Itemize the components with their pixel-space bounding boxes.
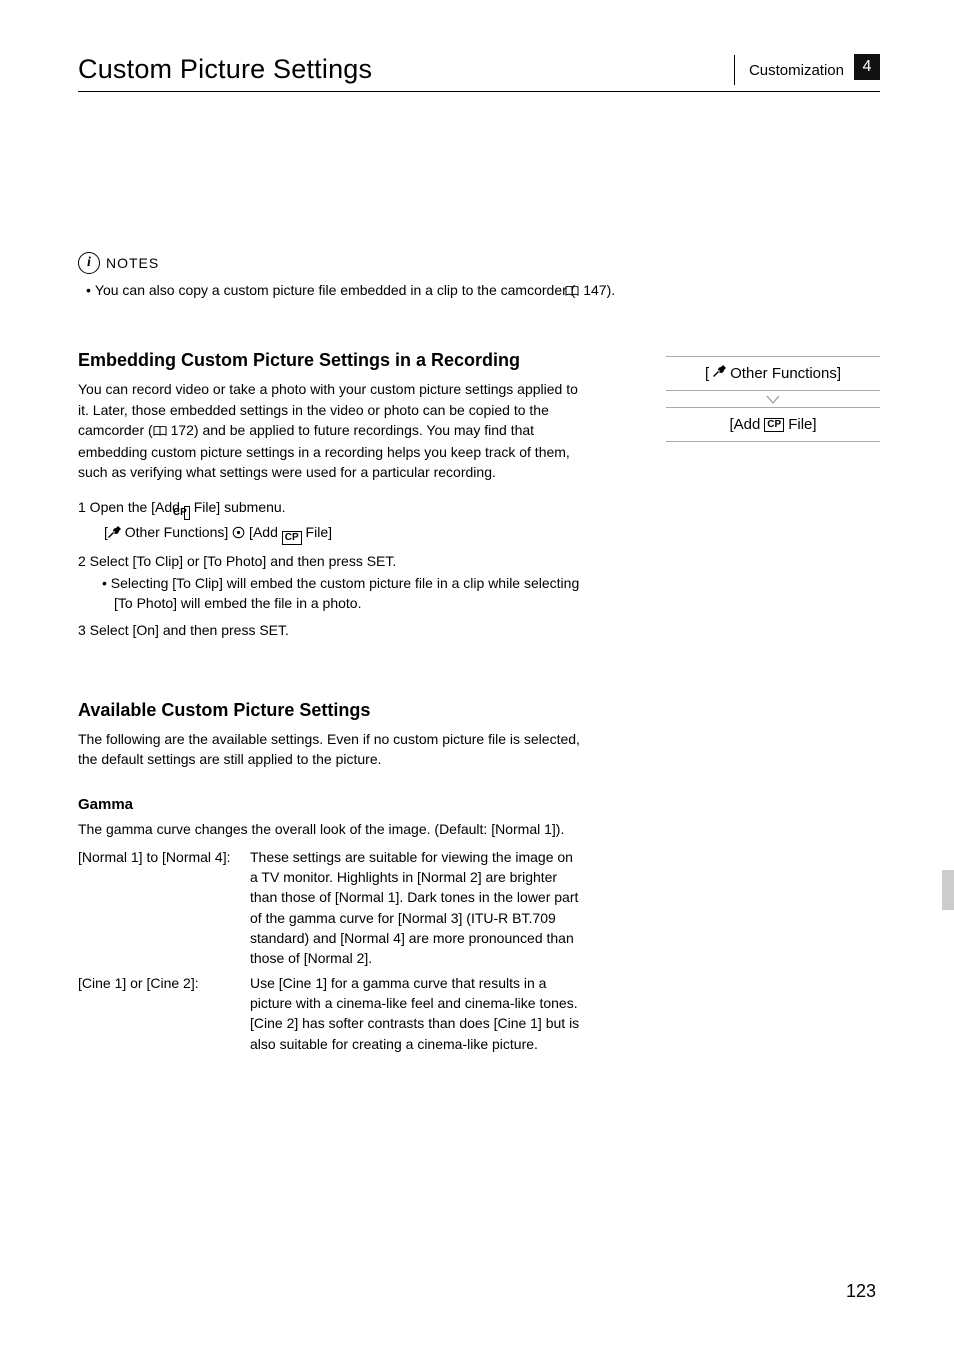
menu-flow-arrow-icon bbox=[666, 391, 880, 407]
definition-cine: [Cine 1] or [Cine 2]: Use [Cine 1] for a… bbox=[78, 973, 880, 1054]
menu-row1-text: Other Functions] bbox=[730, 365, 841, 382]
notes-text-a: You can also copy a custom picture file … bbox=[95, 282, 575, 298]
steps-list: 1 Open the [Add CP File] submenu. [ Othe… bbox=[78, 497, 880, 640]
notes-label: NOTES bbox=[106, 255, 159, 271]
menu-row-add-cp-file: [Add CP File] bbox=[666, 407, 880, 442]
def-normal-text: These settings are suitable for viewing … bbox=[250, 847, 580, 969]
s1sub-b: Other Functions] bbox=[121, 524, 232, 540]
def-normal-label: [Normal 1] to [Normal 4]: bbox=[78, 847, 250, 969]
side-tab-marker bbox=[942, 870, 954, 910]
header-separator bbox=[734, 55, 735, 85]
s1sub-d: File] bbox=[302, 524, 332, 540]
def-cine-label: [Cine 1] or [Cine 2]: bbox=[78, 973, 250, 1054]
gamma-paragraph: The gamma curve changes the overall look… bbox=[78, 819, 578, 839]
notes-bullet: •You can also copy a custom picture file… bbox=[78, 280, 880, 302]
embed-paragraph: You can record video or take a photo wit… bbox=[78, 379, 588, 482]
available-paragraph: The following are the available settings… bbox=[78, 729, 588, 770]
notes-text-b: 147). bbox=[579, 282, 615, 298]
header-category: Customization bbox=[749, 62, 844, 79]
step-3: 3 Select [On] and then press SET. bbox=[78, 620, 880, 640]
notes-header: i NOTES bbox=[78, 252, 880, 274]
page-title: Custom Picture Settings bbox=[78, 54, 734, 85]
menu-row2-a: [Add bbox=[729, 416, 760, 433]
info-icon: i bbox=[78, 252, 100, 274]
menu-row2-b: File] bbox=[788, 416, 816, 433]
wrench-icon bbox=[713, 365, 726, 382]
page-number: 123 bbox=[846, 1281, 876, 1302]
step1-a: 1 Open the [Add bbox=[78, 499, 184, 515]
manual-ref-icon bbox=[153, 422, 167, 442]
cp-icon: CP bbox=[764, 418, 784, 432]
submenu-arrow-icon bbox=[232, 524, 245, 544]
page-header: Custom Picture Settings Customization bbox=[78, 54, 880, 92]
cp-icon: CP bbox=[282, 531, 302, 545]
step1-b: File] submenu. bbox=[190, 499, 286, 515]
menu-path-box: [ Other Functions] [Add CP File] bbox=[666, 356, 880, 442]
section-heading-available: Available Custom Picture Settings bbox=[78, 700, 880, 721]
wrench-icon bbox=[108, 524, 121, 544]
menu-row-other-functions: [ Other Functions] bbox=[666, 356, 880, 391]
step-2: 2 Select [To Clip] or [To Photo] and the… bbox=[78, 551, 880, 571]
definition-normal: [Normal 1] to [Normal 4]: These settings… bbox=[78, 847, 880, 969]
def-cine-text: Use [Cine 1] for a gamma curve that resu… bbox=[250, 973, 580, 1054]
menu-bracket-open: [ bbox=[705, 365, 709, 382]
s1sub-c: [Add bbox=[245, 524, 282, 540]
step-2-bullet: • Selecting [To Clip] will embed the cus… bbox=[78, 573, 598, 614]
gamma-heading: Gamma bbox=[78, 796, 880, 813]
s2-bullet-text: Selecting [To Clip] will embed the custo… bbox=[111, 575, 579, 611]
step-1: 1 Open the [Add CP File] submenu. bbox=[78, 497, 880, 520]
step-1-sub: [ Other Functions] [Add CP File] bbox=[78, 522, 880, 545]
chapter-badge: 4 bbox=[854, 54, 880, 80]
